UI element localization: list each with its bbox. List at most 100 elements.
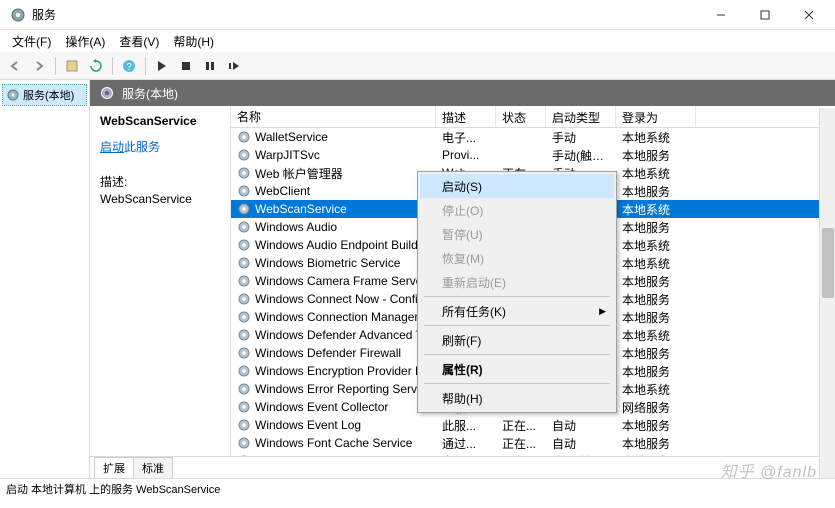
- detail-column: WebScanService 启动此服务 描述: WebScanService: [90, 106, 230, 456]
- forward-button[interactable]: [28, 55, 50, 77]
- tab-standard[interactable]: 标准: [133, 457, 173, 478]
- list-header: 名称 描述 状态 启动类型 登录为: [231, 106, 835, 128]
- minimize-button[interactable]: [699, 1, 743, 29]
- back-button[interactable]: [4, 55, 26, 77]
- gear-icon: [237, 238, 251, 252]
- panel-header: 服务(本地): [90, 80, 835, 106]
- col-startup[interactable]: 启动类型: [546, 106, 616, 127]
- service-name: Windows Connection Manager: [255, 310, 418, 324]
- submenu-arrow-icon: ▶: [599, 306, 606, 317]
- context-menu-item: 停止(O): [420, 198, 614, 222]
- service-startup: 手动: [546, 129, 616, 146]
- context-menu-item: 恢复(M): [420, 246, 614, 270]
- service-row[interactable]: Windows Font Cache Service通过...正在...自动本地…: [231, 434, 835, 452]
- service-name: Windows Defender Advanced Threat Protect…: [255, 328, 436, 342]
- service-row[interactable]: Windows Event Log此服...正在...自动本地服务: [231, 416, 835, 434]
- context-menu-item: 暂停(U): [420, 222, 614, 246]
- context-menu[interactable]: 启动(S)停止(O)暂停(U)恢复(M)重新启动(E) 所有任务(K)▶ 刷新(F)…: [417, 171, 617, 413]
- service-logon: 本地服务: [616, 291, 696, 308]
- col-name[interactable]: 名称: [231, 106, 436, 127]
- service-name: WarpJITSvc: [255, 148, 320, 162]
- context-menu-item[interactable]: 启动(S): [420, 174, 614, 198]
- service-logon: 网络服务: [616, 399, 696, 416]
- tab-extended[interactable]: 扩展: [94, 457, 134, 478]
- gear-icon: [237, 256, 251, 270]
- refresh-button[interactable]: [85, 55, 107, 77]
- gear-icon: [237, 274, 251, 288]
- service-status: 正在...: [496, 417, 546, 434]
- menu-separator: [424, 383, 610, 384]
- maximize-button[interactable]: [743, 1, 787, 29]
- service-logon: 本地系统: [616, 165, 696, 182]
- statusbar: 启动 本地计算机 上的服务 WebScanService: [0, 478, 835, 498]
- gear-icon: [237, 436, 251, 450]
- context-menu-item[interactable]: 帮助(H): [420, 386, 614, 410]
- svg-text:?: ?: [126, 62, 132, 73]
- start-button[interactable]: [151, 55, 173, 77]
- desc-value: WebScanService: [100, 192, 220, 206]
- properties-button[interactable]: [61, 55, 83, 77]
- titlebar: 服务: [0, 0, 835, 30]
- service-desc: 电子...: [436, 129, 496, 146]
- service-name: WebClient: [255, 184, 310, 198]
- context-menu-item[interactable]: 刷新(F): [420, 328, 614, 352]
- menu-action[interactable]: 操作(A): [59, 31, 111, 52]
- service-name: Windows Encryption Provider Host Service: [255, 364, 436, 378]
- menu-file[interactable]: 文件(F): [6, 31, 57, 52]
- restart-button[interactable]: [223, 55, 245, 77]
- service-logon: 本地服务: [616, 147, 696, 164]
- service-logon: 本地服务: [616, 363, 696, 380]
- scroll-thumb[interactable]: [822, 228, 834, 298]
- context-menu-item[interactable]: 所有任务(K)▶: [420, 299, 614, 323]
- menu-separator: [424, 325, 610, 326]
- selected-service-name: WebScanService: [100, 114, 220, 128]
- service-name: Web 帐户管理器: [255, 165, 343, 182]
- service-row[interactable]: WarpJITSvc Provi... 手动(触发...本地服务: [231, 146, 835, 164]
- tabs: 扩展 标准: [90, 456, 835, 478]
- gear-icon: [237, 364, 251, 378]
- context-menu-item: 重新启动(E): [420, 270, 614, 294]
- gear-icon: [237, 220, 251, 234]
- service-logon: 本地服务: [616, 435, 696, 452]
- service-name: Windows Font Cache Service: [255, 436, 412, 450]
- help-button[interactable]: ?: [118, 55, 140, 77]
- gear-icon: [237, 418, 251, 432]
- service-logon: 本地服务: [616, 309, 696, 326]
- service-logon: 本地服务: [616, 183, 696, 200]
- service-row[interactable]: WalletService电子...手动本地系统: [231, 128, 835, 146]
- scrollbar[interactable]: [819, 108, 835, 478]
- col-logon[interactable]: 登录为: [616, 106, 696, 127]
- stop-button[interactable]: [175, 55, 197, 77]
- start-link[interactable]: 启动此服务: [100, 138, 220, 155]
- gear-icon: [237, 382, 251, 396]
- pause-button[interactable]: [199, 55, 221, 77]
- service-startup: 自动: [546, 417, 616, 434]
- menu-separator: [424, 354, 610, 355]
- close-button[interactable]: [787, 1, 831, 29]
- service-name: Windows Audio: [255, 220, 337, 234]
- service-logon: 本地系统: [616, 381, 696, 398]
- service-status: 正在...: [496, 435, 546, 452]
- service-name: Windows Connect Now - Config Registrar: [255, 292, 436, 306]
- service-name: WebScanService: [255, 202, 347, 216]
- service-logon: 本地系统: [616, 255, 696, 272]
- service-startup: 自动: [546, 435, 616, 452]
- context-menu-item[interactable]: 属性(R): [420, 357, 614, 381]
- tree-pane: 服务(本地): [0, 80, 90, 478]
- menu-separator: [424, 296, 610, 297]
- tree-root[interactable]: 服务(本地): [2, 84, 87, 106]
- app-icon: [10, 7, 26, 23]
- toolbar: ?: [0, 52, 835, 80]
- service-startup: 手动(触发...: [546, 147, 616, 164]
- service-desc: Provi...: [436, 148, 496, 162]
- service-logon: 本地服务: [616, 273, 696, 290]
- gear-icon: [237, 148, 251, 162]
- menu-help[interactable]: 帮助(H): [167, 31, 220, 52]
- gear-icon: [237, 130, 251, 144]
- col-status[interactable]: 状态: [496, 106, 546, 127]
- gear-icon: [100, 86, 114, 100]
- menu-view[interactable]: 查看(V): [113, 31, 165, 52]
- gear-icon: [237, 310, 251, 324]
- service-logon: 本地服务: [616, 345, 696, 362]
- col-desc[interactable]: 描述: [436, 106, 496, 127]
